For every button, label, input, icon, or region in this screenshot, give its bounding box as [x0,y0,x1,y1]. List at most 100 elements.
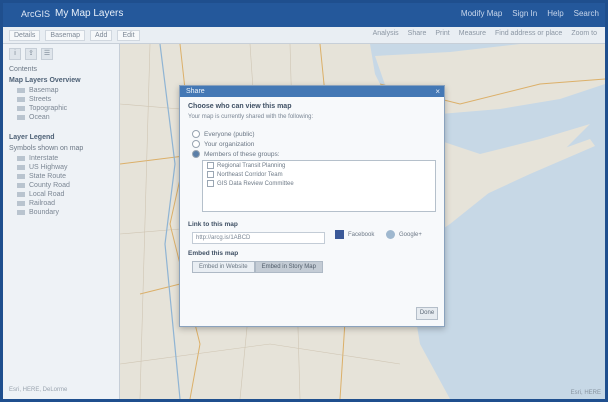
sidebar-heading-legend: Layer Legend [9,134,55,141]
map-title: My Map Layers [55,8,124,19]
embed-heading: Embed this map [188,250,239,257]
groups-list[interactable]: Regional Transit Planning Northeast Corr… [202,160,436,212]
sidebar-item-basemap[interactable]: Basemap [3,86,119,95]
radio-label: Everyone (public) [204,130,255,138]
close-icon[interactable]: × [435,86,440,97]
legend-swatch [17,192,25,197]
link-heading: Link to this map [188,221,238,228]
toolbar-measure-button[interactable]: Measure [459,30,486,37]
legend-item: State Route [3,172,119,181]
header-link-help[interactable]: Help [547,9,563,18]
dialog-title: Share [186,88,205,95]
swatch [17,106,25,111]
share-googleplus-button[interactable]: Google+ [386,230,422,239]
checkbox[interactable] [207,180,214,187]
sidebar-heading-layers: Map Layers Overview [9,77,81,84]
legend-label: State Route [29,173,66,180]
radio-label: Members of these groups: [204,150,280,158]
share-icon[interactable]: ⇪ [25,48,37,60]
legend-label: Railroad [29,200,56,207]
legend-label: US Highway [29,164,68,171]
toolbar-add-button[interactable]: Add [89,30,113,41]
toolbar-details-button[interactable]: Details [9,30,41,41]
legend-swatch [17,156,25,161]
dialog-subtext: Your map is currently shared with the fo… [188,114,314,120]
sidebar-footer: Esri, HERE, DeLorme [9,387,68,393]
app-window: ArcGIS My Map Layers Modify Map Sign In … [3,3,605,399]
toolbar-share-button[interactable]: Share [408,30,427,37]
toolbar-analysis-button[interactable]: Analysis [373,30,399,37]
radio-everyone[interactable]: Everyone (public) [192,130,255,138]
toolbar-find-input[interactable]: Find address or place [495,30,562,37]
googleplus-icon [386,230,395,239]
header-link-signin[interactable]: Sign In [512,9,537,18]
dialog-titlebar: Share × [180,86,444,97]
header-link-modify[interactable]: Modify Map [461,9,502,18]
legend-swatch [17,165,25,170]
toolbar-basemap-button[interactable]: Basemap [45,30,85,41]
contents-sidebar: i ⇪ ☰ Contents Map Layers Overview Basem… [3,44,120,399]
radio-groups[interactable]: Members of these groups: [192,150,280,158]
legend-item: Railroad [3,199,119,208]
done-button[interactable]: Done [416,307,438,320]
legend-label: Boundary [29,209,59,216]
share-googleplus-label: Google+ [399,231,422,238]
sidebar-item-ocean[interactable]: Ocean [3,113,119,122]
app-label[interactable]: ArcGIS [21,9,50,19]
swatch [17,88,25,93]
legend-label: County Road [29,182,70,189]
header-link-search[interactable]: Search [574,9,599,18]
legend-label: Local Road [29,191,65,198]
sidebar-item-label: Topographic [29,105,68,112]
group-label: Northeast Corridor Team [217,171,283,178]
sidebar-item-label: Streets [29,96,52,103]
sidebar-item-streets[interactable]: Streets [3,95,119,104]
radio-button[interactable] [192,140,200,148]
legend-swatch [17,174,25,179]
radio-organization[interactable]: Your organization [192,140,254,148]
group-item[interactable]: Northeast Corridor Team [203,170,435,179]
legend-swatch [17,210,25,215]
radio-button[interactable] [192,130,200,138]
tab-embed-website[interactable]: Embed in Website [192,261,255,273]
embed-tabs: Embed in Website Embed in Story Map [192,261,323,273]
link-url-field[interactable]: http://arcg.is/1ABCD [192,232,325,244]
facebook-icon [335,230,344,239]
top-header: ArcGIS My Map Layers Modify Map Sign In … [3,3,605,27]
checkbox[interactable] [207,171,214,178]
share-facebook-button[interactable]: Facebook [335,230,374,239]
dialog-heading: Choose who can view this map [188,103,292,110]
group-label: Regional Transit Planning [217,162,286,169]
about-icon[interactable]: i [9,48,21,60]
toolbar-zoom-button[interactable]: Zoom to [571,30,597,37]
map-attribution: Esri, HERE [570,390,601,396]
tab-embed-storymap[interactable]: Embed in Story Map [254,261,323,273]
share-dialog: Share × Choose who can view this map You… [179,85,445,327]
sidebar-legend-sub: Symbols shown on map [9,145,84,152]
legend-swatch [17,201,25,206]
content-icon[interactable]: ☰ [41,48,53,60]
group-item[interactable]: Regional Transit Planning [203,161,435,170]
sidebar-item-label: Basemap [29,87,59,94]
legend-item: Local Road [3,190,119,199]
group-label: GIS Data Review Committee [217,180,294,187]
radio-label: Your organization [204,140,255,148]
checkbox[interactable] [207,162,214,169]
map-toolbar: Details Basemap Add Edit Analysis Share … [3,27,605,44]
header-links: Modify Map Sign In Help Search [461,9,599,18]
toolbar-edit-button[interactable]: Edit [117,30,140,41]
radio-button[interactable] [192,150,200,158]
legend-swatch [17,183,25,188]
sidebar-item-topographic[interactable]: Topographic [3,104,119,113]
legend-item: Boundary [3,208,119,217]
swatch [17,115,25,120]
sidebar-item-label: Ocean [29,114,50,121]
legend-item: US Highway [3,163,119,172]
group-item[interactable]: GIS Data Review Committee [203,179,435,188]
sidebar-section-title: Contents [9,66,38,73]
swatch [17,97,25,102]
legend-item: County Road [3,181,119,190]
legend-label: Interstate [29,155,59,162]
share-facebook-label: Facebook [348,231,375,238]
toolbar-print-button[interactable]: Print [435,30,449,37]
